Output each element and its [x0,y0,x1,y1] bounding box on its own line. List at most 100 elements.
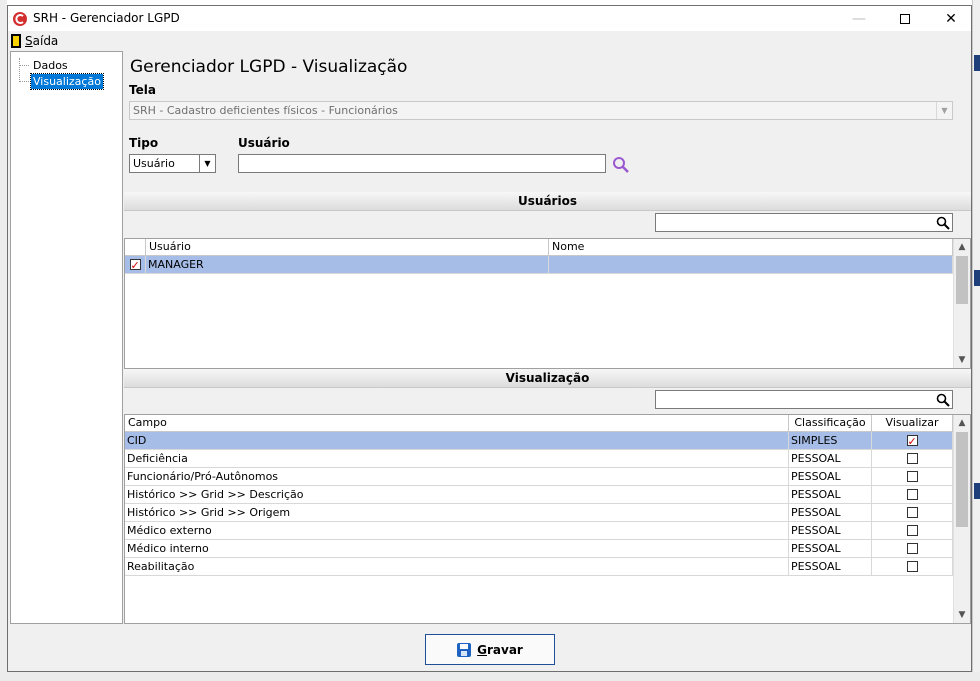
scroll-down-icon[interactable]: ▼ [954,352,970,368]
search-icon[interactable] [936,216,950,230]
table-row[interactable]: Histórico >> Grid >> Origem PESSOAL [125,504,953,522]
background-tab-marker [974,483,980,499]
visualizar-checkbox[interactable] [906,507,918,518]
view-section-header: Visualização [124,369,971,388]
table-row[interactable]: Médico externo PESSOAL [125,522,953,540]
minimize-icon: — [852,10,866,27]
background-tab-marker [974,270,980,286]
background-tab-marker [974,55,980,71]
close-button[interactable]: ✕ [928,6,974,31]
cell-classificacao: PESSOAL [789,558,872,575]
users-grid-header: Usuário Nome [125,239,953,256]
cell-usuario: MANAGER [146,256,549,273]
column-header-campo[interactable]: Campo [125,415,789,432]
background-left-strip [0,0,7,681]
row-check-cell [125,256,146,273]
cell-classificacao: SIMPLES [789,432,872,449]
cell-campo: Histórico >> Grid >> Descrição [125,486,789,503]
cell-campo: Deficiência [125,450,789,467]
close-icon: ✕ [945,10,957,27]
cell-visualizar [872,432,953,449]
cell-visualizar [872,486,953,503]
chevron-down-icon: ▼ [936,102,952,119]
cell-visualizar [872,450,953,467]
maximize-button[interactable] [882,6,928,31]
column-header-nome[interactable]: Nome [549,239,953,256]
cell-classificacao: PESSOAL [789,504,872,521]
visualizar-checkbox[interactable] [906,433,918,449]
tree-item-dados[interactable]: Dados [31,58,70,73]
navigation-tree: Dados Visualização [10,51,123,624]
background-right-strip [972,0,980,681]
visualizar-checkbox[interactable] [906,471,918,482]
visualizar-checkbox[interactable] [906,543,918,554]
tela-select[interactable]: SRH - Cadastro deficientes físicos - Fun… [129,101,953,120]
row-checkbox[interactable] [129,257,141,273]
visualizar-checkbox[interactable] [906,489,918,500]
table-row[interactable]: Médico interno PESSOAL [125,540,953,558]
visualizar-checkbox[interactable] [906,561,918,572]
floppy-disk-icon [457,642,472,657]
users-grid: Usuário Nome MANAGER ▲ ▼ [124,238,971,369]
lgpd-manager-window: SRH - Gerenciador LGPD — ✕ Saída Dados V… [7,5,972,672]
usuario-input[interactable] [238,154,606,173]
cell-campo: Médico externo [125,522,789,539]
search-icon[interactable] [936,393,950,407]
background-bottom-strip [0,672,980,681]
scrollbar-thumb[interactable] [956,432,968,527]
cell-campo: Funcionário/Pró-Autônomos [125,468,789,485]
main-panel: Gerenciador LGPD - Visualização Tela SRH… [124,51,971,624]
menu-bar: Saída [8,31,971,51]
tela-select-value: SRH - Cadastro deficientes físicos - Fun… [133,104,398,117]
cell-classificacao: PESSOAL [789,540,872,557]
tipo-select-value: Usuário [133,157,175,170]
cell-visualizar [872,504,953,521]
column-header-usuario[interactable]: Usuário [146,239,549,256]
footer-bar: Gravar [8,624,971,671]
window-title: SRH - Gerenciador LGPD [33,11,180,25]
table-row[interactable]: Funcionário/Pró-Autônomos PESSOAL [125,468,953,486]
table-row[interactable]: Reabilitação PESSOAL [125,558,953,576]
cell-campo: Histórico >> Grid >> Origem [125,504,789,521]
cell-visualizar [872,558,953,575]
scroll-down-icon[interactable]: ▼ [954,607,970,623]
cell-classificacao: PESSOAL [789,522,872,539]
menu-item-exit[interactable]: Saída [11,33,58,49]
cell-classificacao: PESSOAL [789,468,872,485]
view-filter-input[interactable] [655,390,953,409]
cell-campo: CID [125,432,789,449]
cell-campo: Reabilitação [125,558,789,575]
view-grid-header: Campo Classificação Visualizar [125,415,953,432]
chevron-down-icon: ▼ [199,155,215,172]
scroll-up-icon[interactable]: ▲ [954,239,970,255]
cell-classificacao: PESSOAL [789,486,872,503]
view-scrollbar[interactable]: ▲ ▼ [953,415,970,623]
title-bar[interactable]: SRH - Gerenciador LGPD — ✕ [8,6,971,31]
table-row[interactable]: Deficiência PESSOAL [125,450,953,468]
tipo-select[interactable]: Usuário ▼ [129,154,216,173]
column-header-check [125,239,146,256]
tipo-label: Tipo [129,136,159,150]
tree-connector [19,58,20,80]
users-scrollbar[interactable]: ▲ ▼ [953,239,970,368]
search-icon[interactable] [612,156,630,174]
visualizar-checkbox[interactable] [906,525,918,536]
table-row[interactable]: MANAGER [125,256,953,274]
table-row[interactable]: Histórico >> Grid >> Descrição PESSOAL [125,486,953,504]
tree-item-visualizacao[interactable]: Visualização [30,73,104,90]
tree-connector [19,81,29,82]
users-filter-input[interactable] [655,213,953,232]
usuario-label: Usuário [238,136,290,150]
column-header-visualizar[interactable]: Visualizar [872,415,953,432]
table-row[interactable]: CID SIMPLES [125,432,953,450]
minimize-button[interactable]: — [836,6,882,31]
visualizar-checkbox[interactable] [906,453,918,464]
app-logo-icon [13,12,27,26]
scrollbar-thumb[interactable] [956,256,968,304]
users-section-header: Usuários [124,192,971,211]
save-button[interactable]: Gravar [425,634,555,665]
column-header-classificacao[interactable]: Classificação [789,415,872,432]
cell-visualizar [872,540,953,557]
scroll-up-icon[interactable]: ▲ [954,415,970,431]
view-grid: Campo Classificação Visualizar CID SIMPLE… [124,414,971,624]
